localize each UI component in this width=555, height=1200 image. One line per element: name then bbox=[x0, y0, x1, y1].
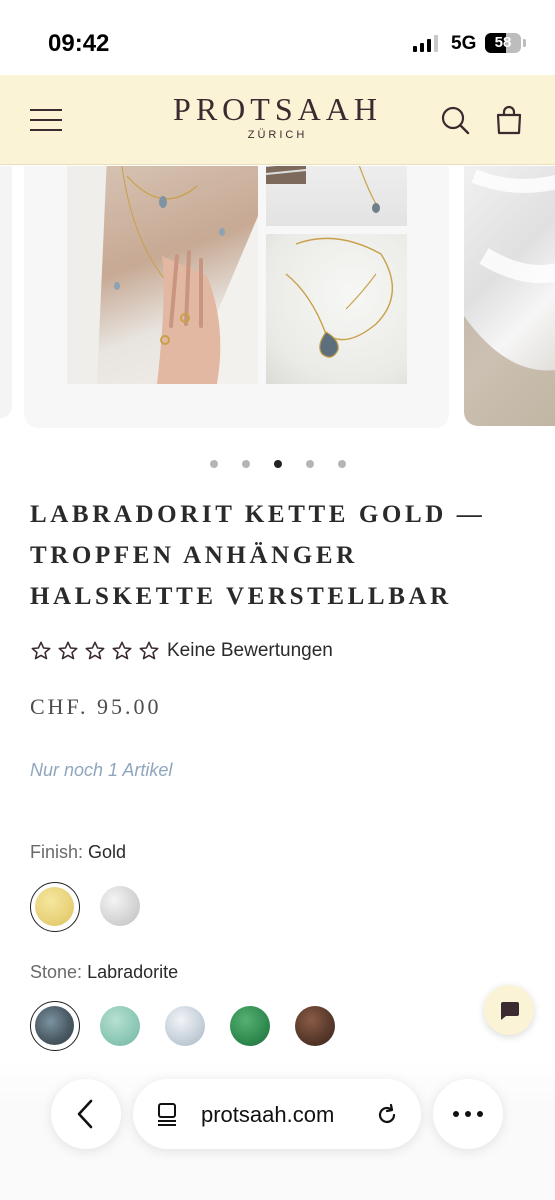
star-empty-icon bbox=[139, 641, 159, 660]
finish-label: Finish: bbox=[30, 842, 84, 862]
more-dots-icon bbox=[453, 1111, 483, 1117]
stone-swatch-brown[interactable] bbox=[295, 1006, 335, 1046]
carousel-pagination bbox=[0, 460, 555, 472]
stone-swatch-green[interactable] bbox=[230, 1006, 270, 1046]
necklace-detail-photo bbox=[266, 234, 407, 384]
carousel-dot-1[interactable] bbox=[209, 460, 218, 468]
signal-icon bbox=[413, 34, 438, 52]
model-necklace-photo bbox=[67, 166, 258, 384]
carousel-dot-4[interactable] bbox=[305, 460, 314, 468]
chevron-left-icon bbox=[77, 1099, 93, 1129]
stone-label: Stone: bbox=[30, 962, 83, 982]
reload-icon[interactable] bbox=[373, 1101, 401, 1129]
star-empty-icon bbox=[58, 641, 78, 660]
brand-name: PROTSAAH bbox=[173, 91, 382, 127]
product-image-carousel[interactable] bbox=[0, 166, 555, 428]
battery-icon: 58 bbox=[485, 33, 521, 53]
hamburger-menu-icon[interactable] bbox=[30, 109, 62, 131]
product-price: CHF. 95.00 bbox=[30, 694, 162, 719]
back-button[interactable] bbox=[51, 1079, 121, 1149]
next-slide-image[interactable] bbox=[464, 166, 555, 426]
rating-text: Keine Bewertungen bbox=[167, 640, 333, 661]
star-empty-icon bbox=[112, 641, 132, 660]
stock-notice: Nur noch 1 Artikel bbox=[30, 760, 173, 780]
previous-slide-edge[interactable] bbox=[0, 166, 12, 418]
finish-selected-value: Gold bbox=[88, 842, 127, 862]
carousel-dot-3[interactable] bbox=[273, 460, 282, 468]
shopping-bag-icon[interactable] bbox=[492, 103, 526, 137]
necklace-detail-photo-top bbox=[266, 166, 407, 226]
stone-swatch-aquamarine[interactable] bbox=[100, 1006, 140, 1046]
chat-bubble-icon bbox=[501, 1002, 519, 1020]
status-time: 09:42 bbox=[48, 30, 110, 57]
page-settings-icon[interactable] bbox=[155, 1101, 181, 1127]
url-text[interactable]: protsaah.com bbox=[201, 1102, 334, 1128]
product-title: LABRADORIT KETTE GOLD — TROPFEN ANHÄNGER… bbox=[30, 501, 486, 610]
star-empty-icon bbox=[85, 641, 105, 660]
stone-selected-value: Labradorite bbox=[87, 962, 179, 982]
carousel-dot-5[interactable] bbox=[337, 460, 346, 468]
carousel-dot-2[interactable] bbox=[241, 460, 250, 468]
stone-swatch-moonstone[interactable] bbox=[165, 1006, 205, 1046]
finish-option-label: Finish: Gold bbox=[30, 842, 126, 863]
network-type: 5G bbox=[451, 33, 477, 54]
stone-swatch-labradorite[interactable] bbox=[30, 1001, 80, 1051]
star-empty-icon bbox=[31, 641, 51, 660]
address-bar[interactable]: protsaah.com bbox=[133, 1079, 421, 1149]
brand-logo[interactable]: PROTSAAH ZÜRICH bbox=[150, 91, 405, 141]
more-button[interactable] bbox=[433, 1079, 503, 1149]
status-bar: 09:42 5G 58 bbox=[0, 0, 555, 75]
finish-swatch-silver[interactable] bbox=[100, 886, 140, 926]
stone-option-label: Stone: Labradorite bbox=[30, 962, 178, 983]
finish-swatch-gold[interactable] bbox=[30, 882, 80, 932]
battery-level: 58 bbox=[494, 34, 512, 51]
product-rating[interactable]: Keine Bewertungen bbox=[30, 640, 333, 662]
brand-location: ZÜRICH bbox=[247, 129, 308, 141]
site-header: PROTSAAH ZÜRICH bbox=[0, 75, 555, 165]
product-image-collage[interactable] bbox=[24, 166, 449, 428]
search-icon[interactable] bbox=[438, 103, 472, 137]
chat-button[interactable] bbox=[484, 985, 534, 1035]
